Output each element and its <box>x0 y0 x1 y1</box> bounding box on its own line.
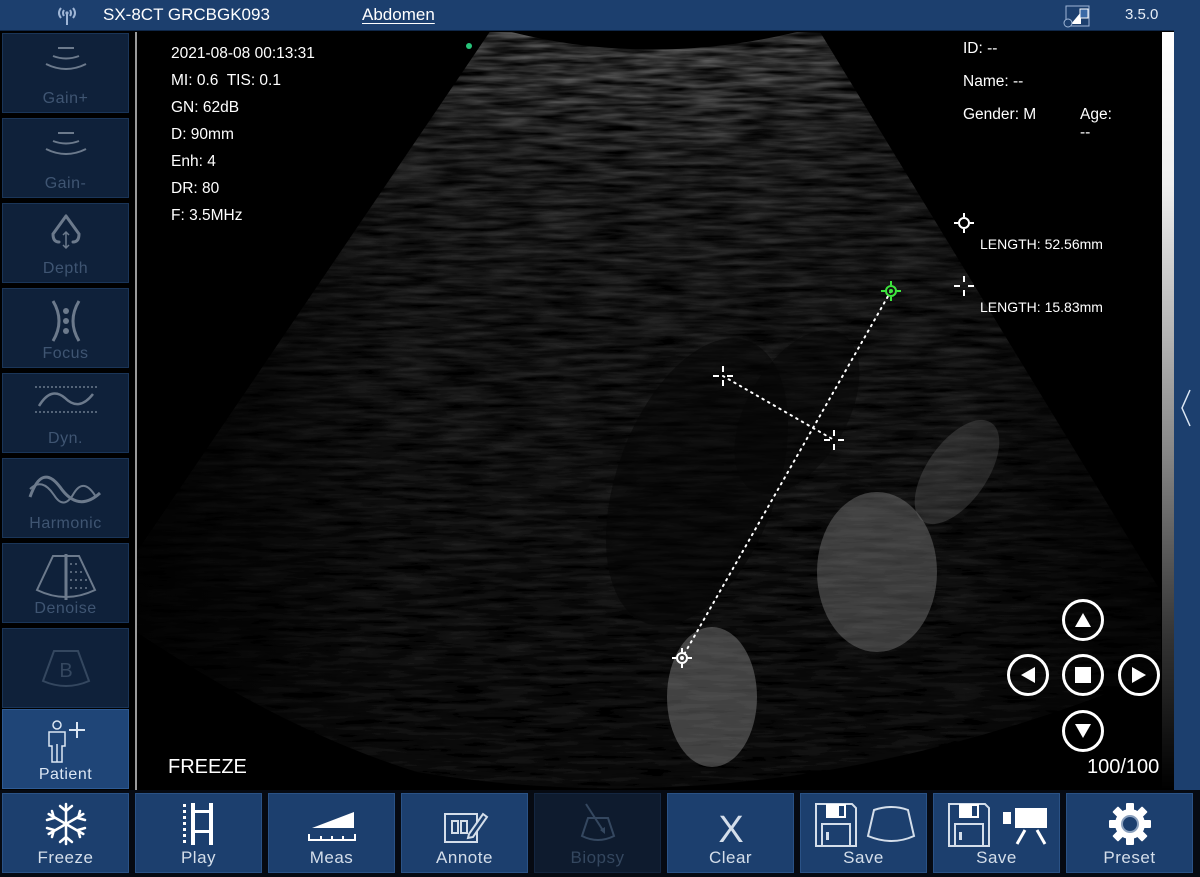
bottom-toolbar: Freeze Play Meas Annote Biopsy X Clear S… <box>0 790 1200 877</box>
measurement-length-2: LENGTH: 15.83mm <box>980 299 1103 315</box>
freeze-status: FREEZE <box>168 756 247 778</box>
toolbar-label: Annote <box>436 848 493 867</box>
sidebar-label: Patient <box>38 766 93 783</box>
b-mode-icon: B <box>41 650 90 687</box>
sidebar-label: Depth <box>42 260 89 277</box>
freeze-button[interactable]: Freeze <box>2 793 129 873</box>
left-sidebar: Gain+ Gain- Depth Focus Dyn. Harmonic De… <box>0 33 132 790</box>
sidebar-item-gain-plus[interactable]: Gain+ <box>2 33 129 113</box>
down-arrow-icon <box>1075 724 1091 738</box>
patient-name: Name: -- <box>963 73 1024 90</box>
toolbar-label: Save <box>976 848 1017 867</box>
sidebar-item-harmonic[interactable]: Harmonic <box>2 458 129 538</box>
sidebar-item-dynamic-range[interactable]: Dyn. <box>2 373 129 453</box>
toolbar-label: Save <box>843 848 884 867</box>
scan-info-panel: 2021-08-08 00:13:31 MI: 0.6 TIS: 0.1 GN:… <box>171 40 315 229</box>
b-mode-glyph: B <box>59 660 72 682</box>
measurement-item: LENGTH: 15.83mm <box>953 275 1103 338</box>
sidebar-label: Harmonic <box>29 515 102 532</box>
left-arrow-button[interactable] <box>1007 654 1049 696</box>
probe-orientation-marker <box>466 43 472 49</box>
gear-icon <box>1108 803 1151 845</box>
chevron-left-icon <box>1181 389 1191 427</box>
patient-id: ID: -- <box>963 40 998 57</box>
frame-counter: 100/100 <box>1087 756 1160 778</box>
sidebar-item-focus[interactable]: Focus <box>2 288 129 368</box>
grayscale-bar <box>1162 32 1174 790</box>
center-stop-button[interactable] <box>1062 654 1104 696</box>
wifi-icon <box>58 7 76 25</box>
save-image-button[interactable]: Save <box>800 793 927 873</box>
plus-crosshair-icon <box>954 276 974 296</box>
toolbar-label: Preset <box>1103 848 1156 867</box>
clear-button[interactable]: X Clear <box>667 793 794 873</box>
sidebar-item-patient[interactable]: Patient <box>2 709 129 789</box>
sidebar-label: Gain+ <box>42 90 89 107</box>
dynamic-range-value: DR: 80 <box>171 180 220 197</box>
gain-plus-icon <box>45 47 86 70</box>
frequency-value: F: 3.5MHz <box>171 207 243 224</box>
top-bar: SX-8CT GRCBGK093 Abdomen 3.5.0 <box>0 0 1200 31</box>
sidebar-item-denoise[interactable]: Denoise <box>2 543 129 623</box>
gain-value: GN: 62dB <box>171 99 240 116</box>
sidebar-item-depth[interactable]: Depth <box>2 203 129 283</box>
toolbar-label: Meas <box>309 848 354 867</box>
save-image-icon <box>814 803 915 847</box>
sidebar-item-b-mode[interactable]: B <box>2 628 129 708</box>
annotate-button[interactable]: Annote <box>401 793 528 873</box>
snowflake-icon <box>45 802 86 846</box>
harmonic-icon <box>28 475 101 504</box>
right-arrow-button[interactable] <box>1118 654 1160 696</box>
depth-value: D: 90mm <box>171 126 234 143</box>
patient-gender: Gender: M <box>963 106 1037 123</box>
biopsy-button[interactable]: Biopsy <box>534 793 661 873</box>
clear-glyph: X <box>718 809 743 848</box>
preset-button[interactable]: Preset <box>1066 793 1193 873</box>
right-arrow-icon <box>1132 667 1146 683</box>
stop-square-icon <box>1075 667 1091 683</box>
device-name: SX-8CT GRCBGK093 <box>103 5 270 24</box>
sidebar-label: Denoise <box>34 600 97 617</box>
patient-age: Age: -- <box>1080 106 1112 141</box>
toolbar-label: Clear <box>708 848 753 867</box>
version-label: 3.5.0 <box>1125 6 1159 23</box>
measure-button[interactable]: Meas <box>268 793 395 873</box>
toolbar-label: Biopsy <box>570 848 625 867</box>
side-drawer-toggle[interactable] <box>1174 30 1200 790</box>
biopsy-icon <box>580 803 615 841</box>
enhance-value: Enh: 4 <box>171 153 216 170</box>
sidebar-item-gain-minus[interactable]: Gain- <box>2 118 129 198</box>
up-arrow-button[interactable] <box>1062 599 1104 641</box>
patient-add-icon <box>47 720 85 763</box>
gain-minus-icon <box>45 132 86 155</box>
annotate-icon <box>443 812 488 843</box>
sidebar-label: Gain- <box>44 175 87 192</box>
dynamic-range-icon <box>34 386 97 413</box>
up-arrow-icon <box>1075 613 1091 627</box>
play-button[interactable]: Play <box>135 793 262 873</box>
film-play-icon <box>182 803 213 845</box>
toolbar-label: Play <box>180 848 217 867</box>
save-video-icon <box>947 803 1047 847</box>
down-arrow-button[interactable] <box>1062 710 1104 752</box>
focus-icon <box>51 300 80 342</box>
sidebar-label: Dyn. <box>48 430 83 447</box>
clear-x-icon: X <box>718 809 743 848</box>
measurement-length-1: LENGTH: 52.56mm <box>980 236 1103 252</box>
ruler-measure-icon <box>307 812 356 841</box>
circle-crosshair-icon <box>954 213 974 233</box>
sidebar-label: Focus <box>42 345 89 362</box>
save-video-button[interactable]: Save <box>933 793 1060 873</box>
toolbar-label: Freeze <box>37 848 94 867</box>
left-arrow-icon <box>1021 667 1035 683</box>
probe-logo-icon[interactable] <box>1063 4 1091 28</box>
patient-info-panel: ID: -- Name: -- Gender: M Age: -- <box>963 40 1112 141</box>
depth-icon <box>50 214 81 250</box>
scan-datetime: 2021-08-08 00:13:31 <box>171 45 315 62</box>
mi-tis: MI: 0.6 TIS: 0.1 <box>171 72 281 89</box>
measurement-item: LENGTH: 52.56mm <box>953 212 1103 275</box>
measurement-results: LENGTH: 52.56mm LENGTH: 15.83mm <box>953 212 1103 338</box>
denoise-icon <box>35 554 96 600</box>
exam-type-link[interactable]: Abdomen <box>362 5 435 25</box>
